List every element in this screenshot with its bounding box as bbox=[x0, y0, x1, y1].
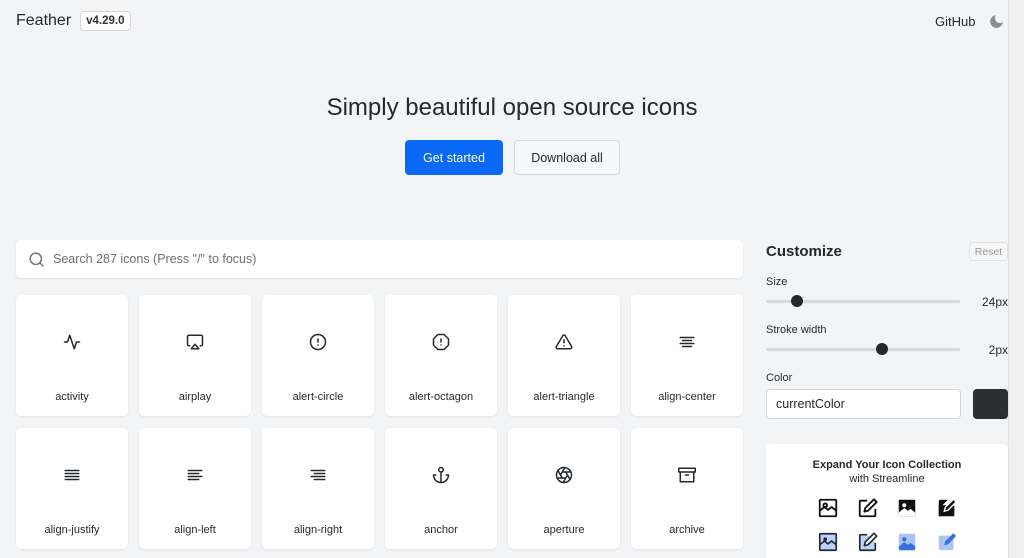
version-badge[interactable]: v4.29.0 bbox=[80, 11, 131, 31]
image-duotone-icon bbox=[818, 532, 838, 552]
stroke-width-label: Stroke width bbox=[766, 324, 827, 336]
alert-triangle-icon bbox=[555, 334, 573, 350]
streamline-promo[interactable]: Expand Your Icon Collection with Streaml… bbox=[766, 444, 1008, 558]
image-outline-icon bbox=[818, 498, 838, 518]
icon-tile-anchor[interactable]: anchor bbox=[385, 428, 497, 549]
search-input[interactable] bbox=[53, 252, 653, 266]
promo-subtitle: with Streamline bbox=[849, 473, 925, 485]
icon-tile-aperture[interactable]: aperture bbox=[508, 428, 620, 549]
icon-tile-align-center[interactable]: align-center bbox=[631, 295, 743, 416]
color-swatch[interactable] bbox=[973, 389, 1008, 419]
icon-tile-align-left[interactable]: align-left bbox=[139, 428, 251, 549]
icon-tile-align-justify[interactable]: align-justify bbox=[16, 428, 128, 549]
icon-label: airplay bbox=[178, 391, 212, 403]
size-label: Size bbox=[766, 276, 788, 288]
icon-label: archive bbox=[669, 524, 705, 536]
align-justify-icon bbox=[64, 469, 80, 481]
color-label: Color bbox=[766, 372, 793, 384]
get-started-button[interactable]: Get started bbox=[405, 140, 503, 175]
airplay-icon bbox=[186, 334, 204, 350]
hero-title: Simply beautiful open source icons bbox=[326, 94, 698, 121]
size-value: 24px bbox=[981, 295, 1008, 309]
anchor-icon bbox=[432, 466, 450, 484]
icon-tile-alert-circle[interactable]: alert-circle bbox=[262, 295, 374, 416]
stroke-width-slider-knob[interactable] bbox=[876, 343, 889, 355]
edit-outline-icon bbox=[858, 498, 878, 518]
icon-label: align-justify bbox=[44, 524, 100, 536]
icon-tile-archive[interactable]: archive bbox=[631, 428, 743, 549]
icon-label: activity bbox=[55, 391, 89, 403]
align-left-icon bbox=[187, 469, 203, 481]
size-slider[interactable] bbox=[766, 295, 960, 307]
size-slider-knob[interactable] bbox=[791, 295, 804, 307]
icon-label: anchor bbox=[424, 524, 458, 536]
header: Feather v4.29.0 bbox=[16, 11, 131, 31]
color-input[interactable] bbox=[766, 389, 961, 419]
image-color-icon bbox=[898, 533, 916, 551]
edit-solid-icon bbox=[938, 498, 958, 517]
search-icon bbox=[29, 251, 44, 267]
icon-label: align-center bbox=[658, 391, 716, 403]
stroke-width-slider[interactable] bbox=[766, 343, 960, 355]
icon-label: alert-octagon bbox=[408, 391, 474, 403]
align-center-icon bbox=[679, 336, 695, 348]
alert-circle-icon bbox=[309, 333, 327, 351]
promo-title: Expand Your Icon Collection bbox=[812, 459, 962, 471]
icon-tile-activity[interactable]: activity bbox=[16, 295, 128, 416]
search-bar bbox=[16, 240, 743, 278]
icon-label: align-left bbox=[174, 524, 216, 536]
github-link[interactable]: GitHub bbox=[935, 14, 975, 29]
stroke-width-value: 2px bbox=[988, 343, 1008, 357]
reset-button[interactable]: Reset bbox=[969, 242, 1008, 261]
icon-label: align-right bbox=[293, 524, 343, 536]
image-solid-icon bbox=[898, 499, 916, 517]
aperture-icon bbox=[555, 466, 573, 484]
alert-octagon-icon bbox=[432, 333, 450, 351]
brand-logo[interactable]: Feather bbox=[16, 12, 71, 30]
icon-label: alert-triangle bbox=[533, 391, 595, 403]
customize-title: Customize bbox=[766, 243, 842, 260]
icon-tile-alert-octagon[interactable]: alert-octagon bbox=[385, 295, 497, 416]
icon-tile-align-right[interactable]: align-right bbox=[262, 428, 374, 549]
icon-label: aperture bbox=[543, 524, 585, 536]
page-scrollbar[interactable] bbox=[1008, 0, 1024, 558]
edit-duotone-icon bbox=[858, 532, 878, 552]
icon-grid: activity airplay alert-circle alert-octa… bbox=[16, 295, 743, 549]
activity-icon bbox=[63, 334, 81, 350]
icon-tile-airplay[interactable]: airplay bbox=[139, 295, 251, 416]
edit-color-icon bbox=[938, 533, 957, 551]
icon-tile-alert-triangle[interactable]: alert-triangle bbox=[508, 295, 620, 416]
download-all-button[interactable]: Download all bbox=[514, 140, 620, 175]
archive-icon bbox=[678, 467, 696, 483]
align-right-icon bbox=[310, 469, 326, 481]
moon-icon[interactable] bbox=[988, 13, 1005, 30]
icon-label: alert-circle bbox=[292, 391, 344, 403]
